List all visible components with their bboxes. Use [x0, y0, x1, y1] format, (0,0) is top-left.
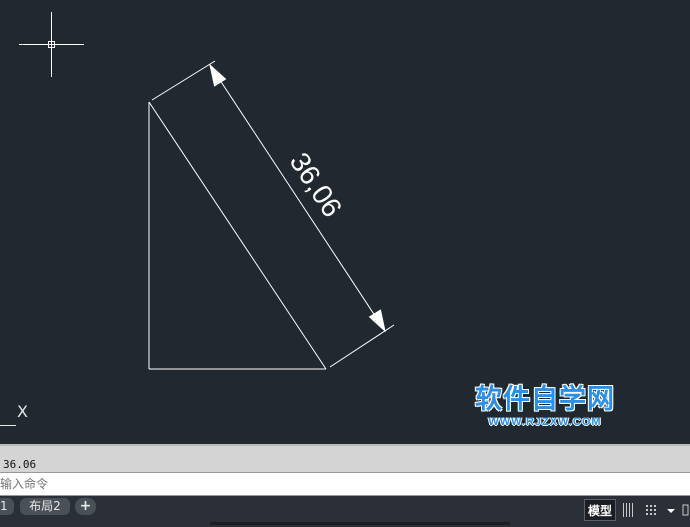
arrowhead-top	[209, 63, 227, 87]
grid-icon[interactable]	[620, 501, 636, 519]
horizontal-scrollbar[interactable]	[210, 522, 510, 525]
command-history: 36.06	[0, 444, 690, 472]
watermark-logo: 软件自学网 WWW.RJZXW.COM	[470, 384, 620, 429]
arrowhead-bottom	[368, 309, 386, 333]
drawing-canvas[interactable]: 36,06 X 软件自学网 WWW.RJZXW.COM	[0, 0, 690, 444]
more-icon[interactable]	[681, 501, 690, 519]
command-line-bar[interactable]	[0, 472, 690, 496]
model-space-button[interactable]: 模型	[584, 499, 616, 521]
extension-line-1	[151, 60, 216, 101]
crosshair-cursor-icon	[19, 12, 84, 77]
drawing-svg: 36,06	[0, 12, 395, 426]
tab-layout1[interactable]: 1	[0, 498, 14, 515]
command-history-line: 36.06	[3, 458, 37, 471]
snap-icon[interactable]	[644, 501, 660, 519]
aligned-dimension[interactable]: 36,06	[151, 60, 395, 368]
watermark-title: 软件自学网	[475, 384, 615, 415]
watermark-url: WWW.RJZXW.COM	[488, 416, 602, 428]
dimension-text: 36,06	[284, 147, 348, 223]
tab-layout2[interactable]: 布局2	[20, 498, 70, 515]
dimension-line	[209, 64, 386, 332]
extension-line-2	[329, 324, 395, 368]
triangle-geometry[interactable]	[148, 101, 327, 370]
status-bar: 1 布局2 + 模型	[0, 496, 690, 527]
dropdown-arrow-icon[interactable]	[665, 501, 677, 519]
add-layout-button[interactable]: +	[75, 498, 96, 515]
command-input[interactable]	[0, 475, 680, 493]
ucs-x-axis-label: X	[17, 402, 28, 421]
